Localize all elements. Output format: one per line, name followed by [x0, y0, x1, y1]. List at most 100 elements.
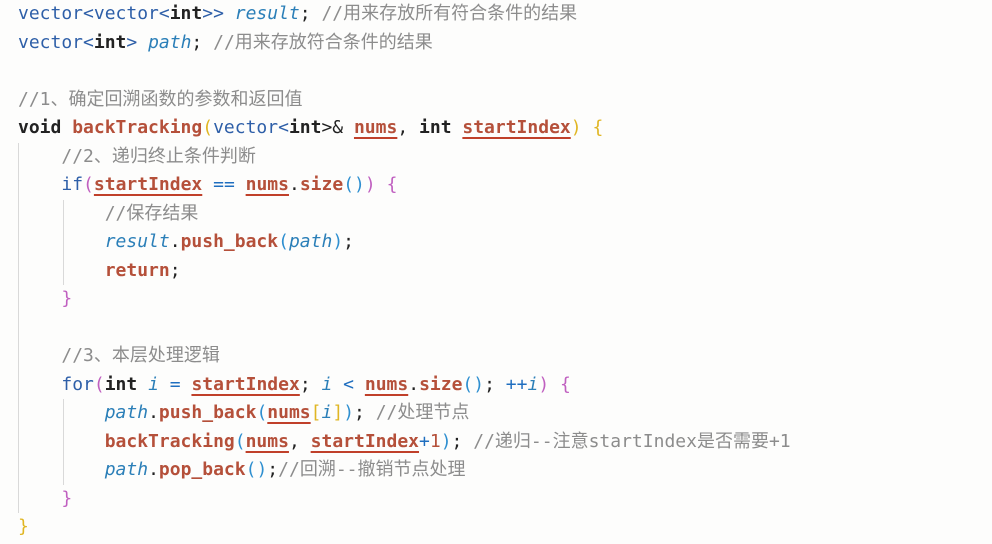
- code-line: //3、本层处理逻辑: [18, 342, 992, 371]
- code-token: int: [169, 3, 203, 24]
- code-token: ): [364, 174, 387, 195]
- code-token: +: [419, 430, 430, 452]
- code-token: int: [419, 117, 463, 138]
- code-token: int: [93, 31, 127, 53]
- code-token: startIndex: [93, 174, 203, 195]
- code-token: ;: [354, 402, 376, 423]
- code-token: ): [332, 231, 344, 252]
- code-token: backTracking: [72, 117, 203, 138]
- code-line: return;: [18, 256, 992, 285]
- code-token: startIndex: [310, 430, 420, 452]
- code-token: >: [126, 31, 149, 53]
- code-token: path: [288, 231, 333, 252]
- indent-guide: [18, 427, 19, 456]
- code-token: (): [343, 174, 365, 195]
- code-token: .: [169, 231, 181, 252]
- code-token: size: [419, 373, 463, 395]
- code-token: i: [321, 373, 333, 395]
- code-line: }: [18, 285, 992, 314]
- code-token: i: [148, 373, 159, 395]
- code-token: {: [560, 373, 571, 395]
- code-token: (: [278, 231, 289, 252]
- code-token: int: [104, 373, 149, 395]
- code-token: {: [592, 117, 604, 138]
- code-token: startIndex: [462, 117, 571, 138]
- code-token: }: [61, 288, 73, 309]
- code-token: ;: [299, 373, 322, 395]
- code-line: path.pop_back();//回溯--撤销节点处理: [18, 456, 992, 485]
- code-token: ;: [169, 259, 181, 281]
- code-token: (: [234, 430, 246, 452]
- code-token: push_back: [158, 402, 257, 423]
- code-token: //用来存放符合条件的结果: [213, 31, 433, 53]
- code-token: vector<: [213, 117, 289, 138]
- indent-guide: [18, 342, 19, 371]
- code-token: i: [321, 402, 333, 423]
- indent-guide: [18, 456, 19, 485]
- code-token: result: [234, 3, 300, 24]
- code-token: }: [18, 516, 29, 537]
- code-token: >&: [321, 117, 354, 138]
- code-line: }: [18, 513, 992, 542]
- code-token: result: [104, 231, 170, 252]
- code-token: (: [93, 373, 105, 395]
- indent-guide: [18, 285, 19, 314]
- code-token: //递归--注意startIndex是否需要+1: [473, 430, 791, 452]
- code-line: if(startIndex == nums.size()) {: [18, 171, 992, 200]
- indent-guide: [63, 199, 65, 228]
- code-line: vector<vector<int>> result; //用来存放所有符合条件…: [18, 0, 992, 29]
- code-token: .: [148, 459, 159, 480]
- code-line: //1、确定回溯函数的参数和返回值: [18, 86, 992, 115]
- code-token: ;: [267, 459, 279, 480]
- code-token: .: [148, 402, 159, 423]
- code-token: ,: [397, 117, 420, 138]
- code-token: nums: [245, 174, 289, 195]
- code-line: backTracking(nums, startIndex+1); //递归--…: [18, 427, 992, 456]
- code-token: 1: [429, 430, 441, 452]
- code-token: (: [83, 174, 94, 195]
- code-token: (): [462, 373, 485, 395]
- code-token: //保存结果: [104, 202, 199, 224]
- code-token: //3、本层处理逻辑: [61, 345, 220, 366]
- code-token: nums: [245, 430, 289, 452]
- code-token: ;: [191, 31, 214, 53]
- code-line: path.push_back(nums[i]); //处理节点: [18, 399, 992, 428]
- indent-guide: [18, 370, 19, 399]
- code-token: >>: [202, 3, 235, 24]
- code-editor[interactable]: vector<vector<int>> result; //用来存放所有符合条件…: [0, 0, 992, 544]
- indent-guide: [18, 171, 19, 200]
- code-line: ​: [18, 57, 992, 86]
- code-token: ): [538, 373, 561, 395]
- code-token: (: [202, 117, 214, 138]
- code-token: //用来存放所有符合条件的结果: [321, 3, 578, 24]
- code-token: .: [408, 373, 420, 395]
- code-token: ++: [505, 373, 528, 395]
- code-token: pop_back: [158, 459, 246, 480]
- code-token: //处理节点: [375, 402, 470, 423]
- indent-guide: [18, 399, 19, 428]
- indent-guide: [18, 228, 19, 257]
- code-token: [: [310, 402, 322, 423]
- code-token: ): [343, 402, 355, 423]
- code-token: //2、递归终止条件判断: [61, 145, 256, 167]
- code-token: ,: [288, 430, 311, 452]
- indent-guide: [63, 427, 65, 456]
- code-token: nums: [267, 402, 311, 423]
- code-token: (): [245, 459, 268, 480]
- code-line: ​: [18, 313, 992, 342]
- code-line: for(int i = startIndex; i < nums.size();…: [18, 370, 992, 399]
- code-token: //回溯--撤销节点处理: [278, 459, 466, 480]
- indent-guide: [63, 399, 65, 428]
- code-token: size: [299, 174, 344, 195]
- code-token: ): [570, 117, 593, 138]
- indent-guide: [18, 313, 19, 342]
- code-token: void: [18, 117, 73, 138]
- code-token: //1、确定回溯函数的参数和返回值: [18, 88, 303, 110]
